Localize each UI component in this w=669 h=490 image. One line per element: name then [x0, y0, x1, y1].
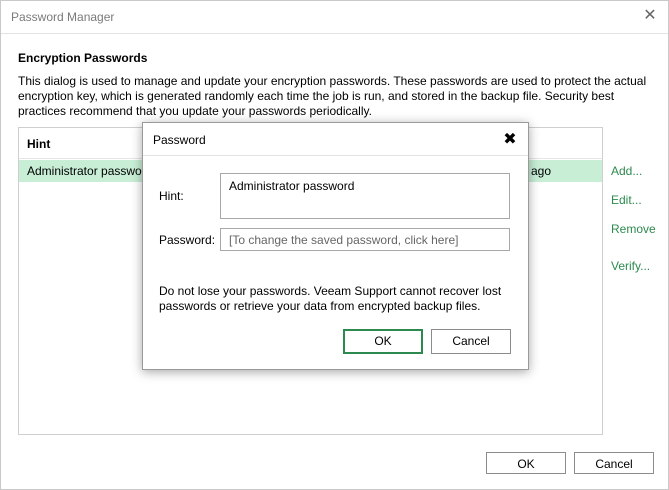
dialog-ok-button[interactable]: OK	[343, 329, 423, 354]
password-dialog: Password ✖ Hint: Administrator password …	[142, 122, 529, 370]
cancel-button[interactable]: Cancel	[574, 452, 654, 474]
dialog-title: Password	[153, 133, 206, 147]
section-description: This dialog is used to manage and update…	[18, 74, 647, 118]
password-field[interactable]: [To change the saved password, click her…	[220, 228, 510, 251]
row-modified-cell: ago	[531, 164, 552, 178]
dialog-cancel-button[interactable]: Cancel	[431, 329, 511, 354]
dialog-titlebar: Password ✖	[143, 123, 528, 156]
password-warning: Do not lose your passwords. Veeam Suppor…	[159, 284, 502, 313]
edit-link[interactable]: Edit...	[611, 193, 642, 207]
window-title: Password Manager	[11, 10, 115, 24]
dialog-close-icon[interactable]: ✖	[502, 129, 518, 149]
add-link[interactable]: Add...	[611, 164, 642, 178]
verify-link[interactable]: Verify...	[611, 259, 650, 273]
column-header-hint[interactable]: Hint	[27, 137, 50, 151]
close-icon[interactable]: ✕	[642, 7, 658, 25]
ok-button[interactable]: OK	[486, 452, 566, 474]
password-label: Password:	[159, 233, 216, 247]
remove-link[interactable]: Remove	[611, 222, 656, 236]
hint-label: Hint:	[159, 189, 184, 203]
window-titlebar: Password Manager ✕	[1, 1, 668, 34]
row-hint-cell: Administrator password	[27, 164, 153, 178]
hint-field[interactable]: Administrator password	[220, 173, 510, 219]
section-title: Encryption Passwords	[18, 51, 148, 65]
